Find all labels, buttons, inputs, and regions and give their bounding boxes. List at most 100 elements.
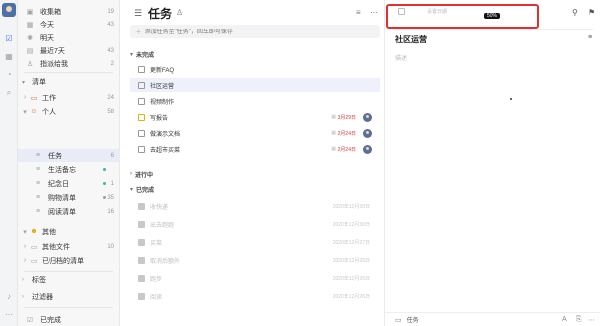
chevron-right-icon: › bbox=[23, 257, 27, 264]
footer-list-name[interactable]: 任务 bbox=[407, 315, 419, 324]
list-label: 任务 bbox=[48, 152, 62, 160]
task-title[interactable]: 阅读 bbox=[150, 292, 162, 301]
task-completed-date: 2020年12月27日 bbox=[332, 239, 370, 246]
more-options-icon[interactable]: ⋯ bbox=[588, 316, 595, 324]
sidebar-item[interactable]: ✺ 明天 bbox=[18, 31, 120, 44]
task-title[interactable]: 买菜 bbox=[150, 238, 162, 247]
folder-item[interactable]: ▾ ☺ 个人 58 bbox=[18, 105, 120, 118]
folder-item[interactable]: › ▭ 其他文件 10 bbox=[18, 240, 120, 253]
text-format-icon[interactable]: ≡ bbox=[588, 34, 592, 41]
group-header-done[interactable]: ▾ 已完成 bbox=[130, 183, 154, 195]
pomodoro-icon[interactable]: ◔ bbox=[4, 69, 14, 79]
task-due-date[interactable]: 2月24日 bbox=[338, 146, 356, 153]
folder-item[interactable]: › ▭ 已归档的清单 bbox=[18, 254, 120, 267]
group-header-todo[interactable]: ▾ 未完成 bbox=[130, 48, 154, 60]
description-input[interactable]: 描述 bbox=[395, 53, 407, 62]
task-checkbox[interactable] bbox=[138, 129, 145, 137]
attachment-icon[interactable]: ⎘ bbox=[576, 316, 582, 324]
group-header-in-progress[interactable]: › 进行中 bbox=[130, 168, 153, 180]
font-icon[interactable]: A bbox=[562, 316, 567, 323]
task-row-done[interactable]: 买菜 2020年12月27日 bbox=[130, 235, 380, 249]
task-title[interactable]: 视频制作 bbox=[150, 97, 174, 106]
user-avatar[interactable] bbox=[2, 3, 16, 17]
detail-title[interactable]: 社区运营 bbox=[395, 34, 427, 45]
task-checkbox-icon[interactable]: ☑ bbox=[4, 33, 14, 43]
task-row-done[interactable]: 收快递 2020年12月30日 bbox=[130, 199, 380, 213]
icon-rail: ☑ ▦ ◔ ⌕ ♪ ⋯ bbox=[0, 0, 18, 326]
task-checkbox-checked[interactable] bbox=[138, 220, 145, 228]
task-row[interactable]: 社区运营 bbox=[130, 78, 380, 92]
task-row[interactable]: 更新FAQ bbox=[130, 62, 380, 76]
folder-item[interactable]: › ▭ 工作 24 bbox=[18, 91, 120, 104]
tags-header[interactable]: › 标签 bbox=[18, 274, 120, 286]
task-checkbox-checked[interactable] bbox=[138, 238, 145, 246]
task-row-done[interactable]: 阅读 2020年12月26日 bbox=[130, 289, 380, 303]
add-task-bar[interactable]: + bbox=[130, 25, 380, 38]
sort-icon[interactable]: ≡ bbox=[356, 8, 361, 17]
task-title[interactable]: 做演示文档 bbox=[150, 129, 180, 138]
task-row[interactable]: 去超市买菜 ▦ 2月24日 bbox=[130, 142, 380, 156]
assignee-avatar[interactable] bbox=[363, 112, 372, 122]
task-due-date[interactable]: 2月24日 bbox=[338, 130, 356, 137]
sidebar-item-label: 最近7天 bbox=[40, 47, 65, 55]
list-color-dot bbox=[103, 182, 106, 185]
task-checkbox-checked[interactable] bbox=[138, 274, 145, 282]
sidebar-item-list[interactable]: ≡ 阅读清单 16 bbox=[18, 205, 120, 218]
task-checkbox-checked[interactable] bbox=[138, 256, 145, 264]
task-row-done[interactable]: 出去跑跑 2020年12月30日 bbox=[130, 217, 380, 231]
chevron-right-icon: › bbox=[22, 294, 24, 300]
task-checkbox[interactable] bbox=[138, 65, 145, 73]
task-row-done[interactable]: 取消后额外 2020年12月26日 bbox=[130, 253, 380, 267]
task-checkbox[interactable] bbox=[138, 97, 145, 105]
sidebar-item-list[interactable]: ≡ 购物清单 35 bbox=[18, 191, 120, 204]
task-due-date[interactable]: 3月29日 bbox=[338, 114, 356, 121]
sidebar-item[interactable]: ▣ 收集箱 19 bbox=[18, 5, 120, 18]
task-title[interactable]: 社区运营 bbox=[150, 81, 174, 90]
highlight-box bbox=[386, 4, 539, 29]
sidebar-item[interactable]: ♙ 指派给我 2 bbox=[18, 57, 120, 70]
task-row[interactable]: 做演示文档 ▦ 2月24日 bbox=[130, 126, 380, 140]
task-checkbox[interactable] bbox=[138, 113, 145, 121]
task-checkbox[interactable] bbox=[138, 145, 145, 153]
assignee-avatar[interactable] bbox=[363, 128, 372, 138]
sidebar-item-completed[interactable]: ☑ 已完成 bbox=[18, 313, 120, 326]
task-checkbox-checked[interactable] bbox=[138, 202, 145, 210]
sidebar-item[interactable]: ▦ 今天 43 bbox=[18, 18, 120, 31]
priority-flag-icon[interactable]: ⚑ bbox=[588, 8, 595, 17]
task-checkbox[interactable] bbox=[138, 81, 145, 89]
more-options-icon[interactable]: ⋯ bbox=[370, 8, 378, 17]
task-title[interactable]: 跑步 bbox=[150, 274, 162, 283]
sidebar-item-count: 2 bbox=[110, 60, 114, 67]
lists-header[interactable]: ▾ 清单 bbox=[18, 76, 120, 88]
more-icon[interactable]: ⋯ bbox=[4, 309, 14, 319]
task-title[interactable]: 更新FAQ bbox=[150, 65, 174, 74]
task-title[interactable]: 取消后额外 bbox=[150, 256, 180, 265]
task-row[interactable]: 视频制作 bbox=[130, 94, 380, 108]
sidebar-item-list[interactable]: ≡ 纪念日 1 bbox=[18, 177, 120, 190]
assignee-avatar[interactable] bbox=[363, 144, 372, 154]
task-checkbox-checked[interactable] bbox=[138, 292, 145, 300]
sidebar: ▣ 收集箱 19 ▦ 今天 43 ✺ 明天 ▤ 最近7天 43 ♙ 指派给我 2 ▾ 清单 › ▭ 工作 24 ▾… bbox=[18, 0, 120, 326]
search-icon[interactable]: ⌕ bbox=[4, 88, 14, 98]
subtask-tree-icon[interactable]: ⚲ bbox=[572, 8, 578, 17]
task-row[interactable]: 写报告 ▦ 3月29日 bbox=[130, 110, 380, 124]
sidebar-toggle-icon[interactable]: ☰ bbox=[134, 8, 142, 19]
task-title[interactable]: 写报告 bbox=[150, 113, 168, 122]
add-task-input[interactable] bbox=[144, 28, 365, 35]
plus-icon: + bbox=[136, 27, 141, 36]
sidebar-divider bbox=[24, 271, 113, 272]
filters-header[interactable]: › 过滤器 bbox=[18, 291, 120, 303]
folder-item[interactable]: ▾ ☻ 其他 bbox=[18, 225, 120, 238]
folder-icon: ▭ bbox=[30, 94, 38, 102]
sidebar-item[interactable]: ▤ 最近7天 43 bbox=[18, 44, 120, 57]
task-row-done[interactable]: 跑步 2020年12月26日 bbox=[130, 271, 380, 285]
task-title[interactable]: 去超市买菜 bbox=[150, 145, 180, 154]
calendar-icon[interactable]: ▦ bbox=[4, 51, 14, 61]
task-title[interactable]: 收快递 bbox=[150, 202, 168, 211]
task-title[interactable]: 出去跑跑 bbox=[150, 220, 174, 229]
sidebar-item-list[interactable]: ≡ 生活备忘 bbox=[18, 163, 120, 176]
sidebar-item-list[interactable]: ≡ 任务 6 bbox=[18, 149, 120, 162]
notification-bell-icon[interactable]: ♪ bbox=[4, 291, 14, 301]
list-icon: ≡ bbox=[35, 208, 41, 215]
share-member-icon[interactable]: ♙ bbox=[176, 8, 183, 17]
